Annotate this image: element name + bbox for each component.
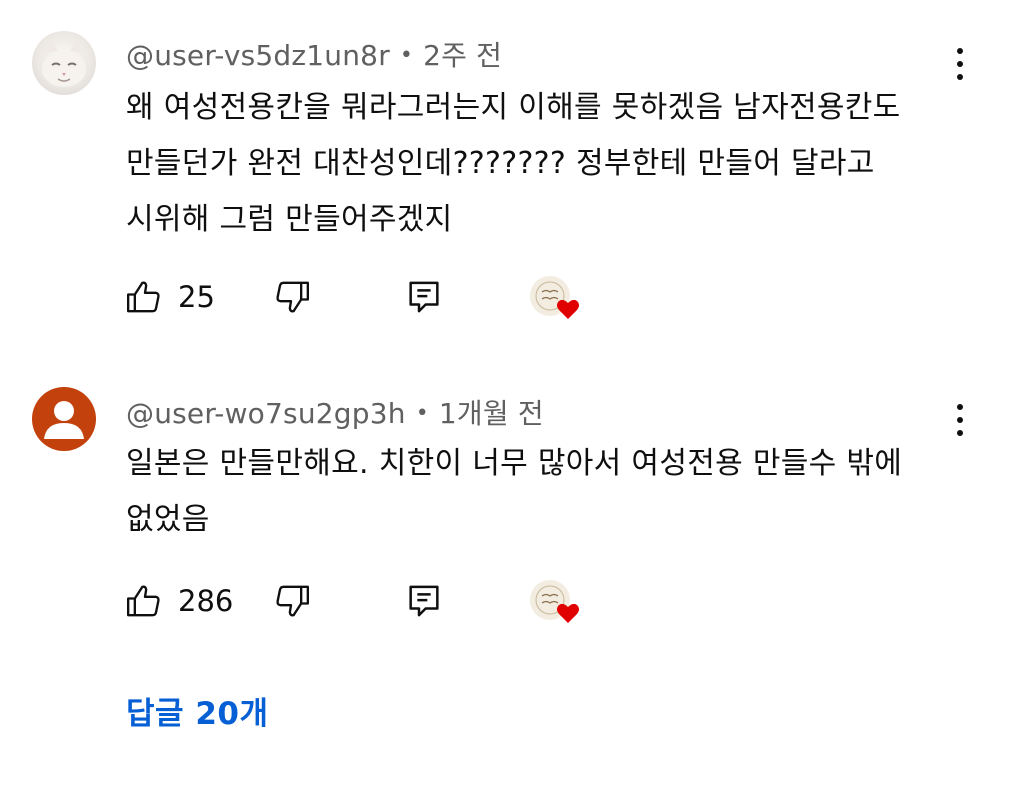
comment-author[interactable]: @user-wo7su2gp3h	[126, 397, 406, 430]
comment-time[interactable]: 2주 전	[423, 39, 502, 72]
like-count: 286	[178, 584, 234, 618]
like-button[interactable]: 25	[124, 272, 215, 322]
user-avatar[interactable]	[32, 387, 96, 451]
thumbs-up-icon	[126, 585, 160, 617]
thumbs-down-icon	[276, 585, 309, 617]
more-vert-icon	[957, 404, 963, 410]
thumbs-up-icon	[126, 281, 160, 313]
meta-separator: •	[415, 401, 429, 426]
meta-separator: •	[399, 43, 414, 68]
reply-button[interactable]	[404, 576, 444, 626]
reply-icon	[409, 585, 439, 617]
comment-author[interactable]: @user-vs5dz1un8r	[126, 39, 390, 72]
creator-heart-icon	[530, 580, 579, 623]
view-replies-button[interactable]: 답글 20개	[126, 688, 269, 733]
comment-meta: @user-wo7su2gp3h • 1개월 전	[126, 392, 544, 432]
default-person-icon	[44, 401, 84, 439]
creator-heart-icon	[530, 276, 579, 319]
thumbs-down-icon	[276, 281, 309, 313]
more-vert-icon	[957, 48, 963, 54]
more-options-button[interactable]	[944, 398, 976, 442]
comment-actions: 25	[124, 272, 604, 322]
creator-heart-badge	[528, 576, 584, 626]
comment-actions: 286	[124, 576, 604, 626]
user-avatar[interactable]	[32, 31, 96, 95]
cat-avatar-icon	[42, 39, 86, 87]
reply-button[interactable]	[404, 272, 444, 322]
comment-time[interactable]: 1개월 전	[439, 397, 544, 430]
dislike-button[interactable]	[272, 576, 312, 626]
reply-icon	[409, 281, 439, 313]
dislike-button[interactable]	[272, 272, 312, 322]
like-button[interactable]: 286	[124, 576, 233, 626]
more-options-button[interactable]	[944, 42, 976, 86]
like-count: 25	[178, 280, 215, 314]
creator-heart-badge	[528, 272, 584, 322]
comment-meta: @user-vs5dz1un8r • 2주 전	[126, 34, 502, 74]
comment-text: 왜 여성전용칸을 뭐라그러는지 이해를 못하겠음 남자전용칸도 만들던가 완전 …	[126, 90, 901, 237]
comment-text: 일본은 만들만해요. 치한이 너무 많아서 여성전용 만들수 밖에 없었음	[126, 446, 903, 537]
